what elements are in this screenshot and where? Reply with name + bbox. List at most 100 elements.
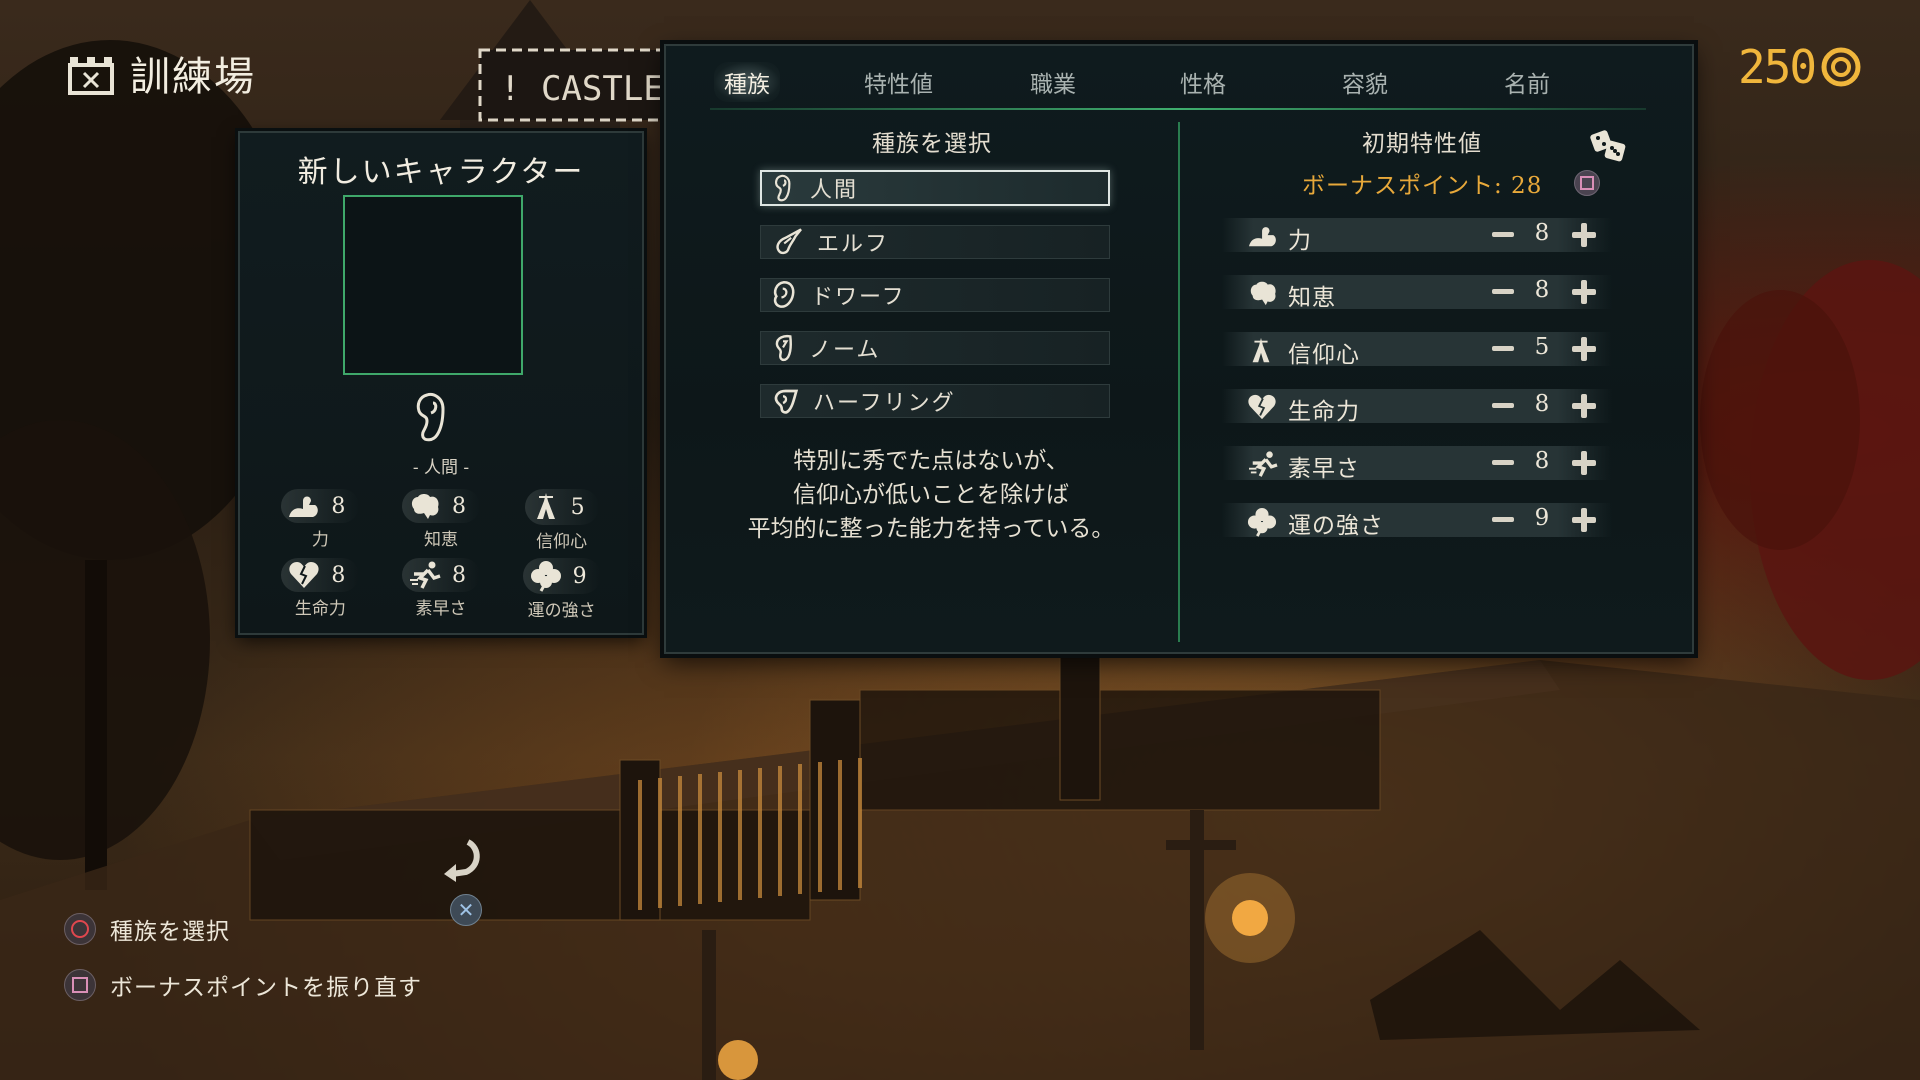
attribute-row-faith: 信仰心 5: [1222, 332, 1612, 368]
prompt-select-race[interactable]: 種族を選択: [64, 912, 422, 946]
prompt-label: ボーナスポイントを振り直す: [110, 975, 422, 1001]
location-title: 訓練場: [130, 54, 256, 100]
race-option-label: ハーフリング: [813, 391, 956, 416]
bonus-points-label: ボーナスポイント: 28: [1302, 173, 1543, 199]
prompt-label: 種族を選択: [110, 919, 230, 945]
race-description-line: 信仰心が低いことを除けば: [793, 482, 1069, 508]
agility-icon: [1249, 451, 1278, 477]
race-list: 人間 エルフ ドワーフ ノーム ハーフリング: [760, 170, 1110, 437]
human-ear-icon: [774, 174, 791, 202]
prompt-reroll-bonus[interactable]: ボーナスポイントを振り直す: [64, 968, 422, 1002]
strength-arm-icon: [1249, 227, 1276, 247]
selected-race-label: - 人間 -: [412, 458, 470, 478]
castle-sign-text: ! CASTLE: [500, 69, 664, 109]
square-button-icon: [64, 969, 96, 1001]
tab-name[interactable]: 名前: [1494, 62, 1560, 102]
stat-value: 8: [331, 493, 346, 519]
attribute-value: 5: [1534, 334, 1550, 360]
increase-button[interactable]: [1572, 508, 1596, 532]
tab-race[interactable]: 種族: [714, 62, 780, 102]
race-option-gnome[interactable]: ノーム: [760, 331, 1110, 365]
attributes-section-title: 初期特性値: [1362, 131, 1482, 157]
decrease-button[interactable]: [1492, 232, 1514, 237]
attribute-row-strength: 力 8: [1222, 218, 1612, 254]
attribute-name: 素早さ: [1288, 456, 1360, 482]
clover-icon: [1247, 507, 1277, 537]
race-description-line: 特別に秀でた点はないが、: [793, 448, 1069, 474]
dice-icon[interactable]: [1588, 126, 1630, 166]
stat-vitality: 8 生命力: [260, 558, 381, 621]
stat-label: 運の強さ: [527, 601, 596, 621]
back-arrow-icon[interactable]: [438, 836, 484, 886]
attribute-value: 9: [1534, 505, 1550, 531]
decrease-button[interactable]: [1492, 517, 1514, 522]
attribute-value: 8: [1534, 448, 1550, 474]
tab-appearance[interactable]: 容貌: [1332, 62, 1398, 102]
stat-value: 8: [451, 562, 466, 588]
decrease-button[interactable]: [1492, 460, 1514, 465]
attribute-name: 信仰心: [1288, 342, 1360, 368]
attribute-value: 8: [1534, 391, 1550, 417]
gold-coin-icon: [1821, 47, 1861, 87]
brain-icon: [1250, 281, 1276, 306]
increase-button[interactable]: [1572, 280, 1596, 304]
attribute-value: 8: [1534, 277, 1550, 303]
agility-icon: [409, 561, 441, 589]
increase-button[interactable]: [1572, 337, 1596, 361]
race-option-label: ドワーフ: [811, 285, 906, 310]
stat-value: 9: [572, 563, 587, 589]
tab-attributes[interactable]: 特性値: [854, 62, 943, 102]
decrease-button[interactable]: [1492, 346, 1514, 351]
cross-button-icon[interactable]: ✕: [450, 894, 482, 926]
race-option-elf[interactable]: エルフ: [760, 225, 1110, 259]
faith-icon: [1252, 337, 1270, 363]
increase-button[interactable]: [1572, 451, 1596, 475]
increase-button[interactable]: [1572, 394, 1596, 418]
tab-underline: [710, 108, 1646, 110]
stat-faith: 5 信仰心: [501, 489, 622, 552]
race-description-line: 平均的に整った能力を持っている。: [747, 516, 1115, 542]
tab-personality[interactable]: 性格: [1170, 62, 1236, 102]
attribute-row-luck: 運の強さ 9: [1222, 503, 1612, 539]
attribute-name: 運の強さ: [1288, 513, 1384, 539]
race-option-human[interactable]: 人間: [760, 170, 1110, 206]
increase-button[interactable]: [1572, 223, 1596, 247]
decrease-button[interactable]: [1492, 289, 1514, 294]
stat-value: 5: [570, 494, 585, 520]
race-section-title: 種族を選択: [872, 131, 992, 157]
stat-agility: 8 素早さ: [381, 558, 502, 621]
heart-icon: [1248, 394, 1276, 420]
character-stat-grid: 8 力 8 知恵 5 信仰心 8 生命力 8 素早さ 9 運の強さ: [260, 489, 622, 621]
attribute-value: 8: [1534, 220, 1550, 246]
elf-ear-icon: [776, 228, 802, 255]
stat-wisdom: 8 知恵: [381, 489, 502, 552]
attribute-name: 知恵: [1288, 285, 1336, 311]
strength-arm-icon: [289, 496, 319, 517]
tab-class[interactable]: 職業: [1020, 62, 1086, 102]
attribute-row-agility: 素早さ 8: [1222, 446, 1612, 482]
character-card: 新しいキャラクター - 人間 - 8 力 8 知恵 5 信仰心 8 生命力 8 …: [238, 131, 644, 635]
attribute-list: 力 8 知恵 8 信仰心 5 生命力 8 素早さ 8 運の強さ 9: [1222, 218, 1612, 560]
character-creation-panel: 種族 特性値 職業 性格 容貌 名前 種族を選択 人間 エルフ ドワーフ ノーム…: [664, 44, 1694, 654]
stat-luck: 9 運の強さ: [501, 558, 622, 621]
stat-value: 8: [451, 493, 466, 519]
decrease-button[interactable]: [1492, 403, 1514, 408]
clover-icon: [530, 561, 561, 592]
race-option-label: ノーム: [809, 338, 881, 363]
race-option-label: 人間: [810, 178, 859, 203]
faith-icon: [536, 493, 555, 519]
circle-button-icon: [64, 913, 96, 945]
stat-value: 8: [331, 562, 346, 588]
panel-divider: [1178, 122, 1180, 642]
human-ear-icon: [416, 393, 445, 442]
character-card-title: 新しいキャラクター: [297, 155, 585, 190]
stat-label: 生命力: [294, 599, 346, 619]
reroll-square-button-icon[interactable]: [1574, 170, 1600, 196]
race-option-halfling[interactable]: ハーフリング: [760, 384, 1110, 418]
location-header: 訓練場: [66, 44, 256, 102]
attribute-row-wisdom: 知恵 8: [1222, 275, 1612, 311]
race-option-dwarf[interactable]: ドワーフ: [760, 278, 1110, 312]
brain-icon: [411, 494, 439, 519]
stat-label: 力: [311, 530, 329, 550]
heart-icon: [289, 562, 319, 588]
